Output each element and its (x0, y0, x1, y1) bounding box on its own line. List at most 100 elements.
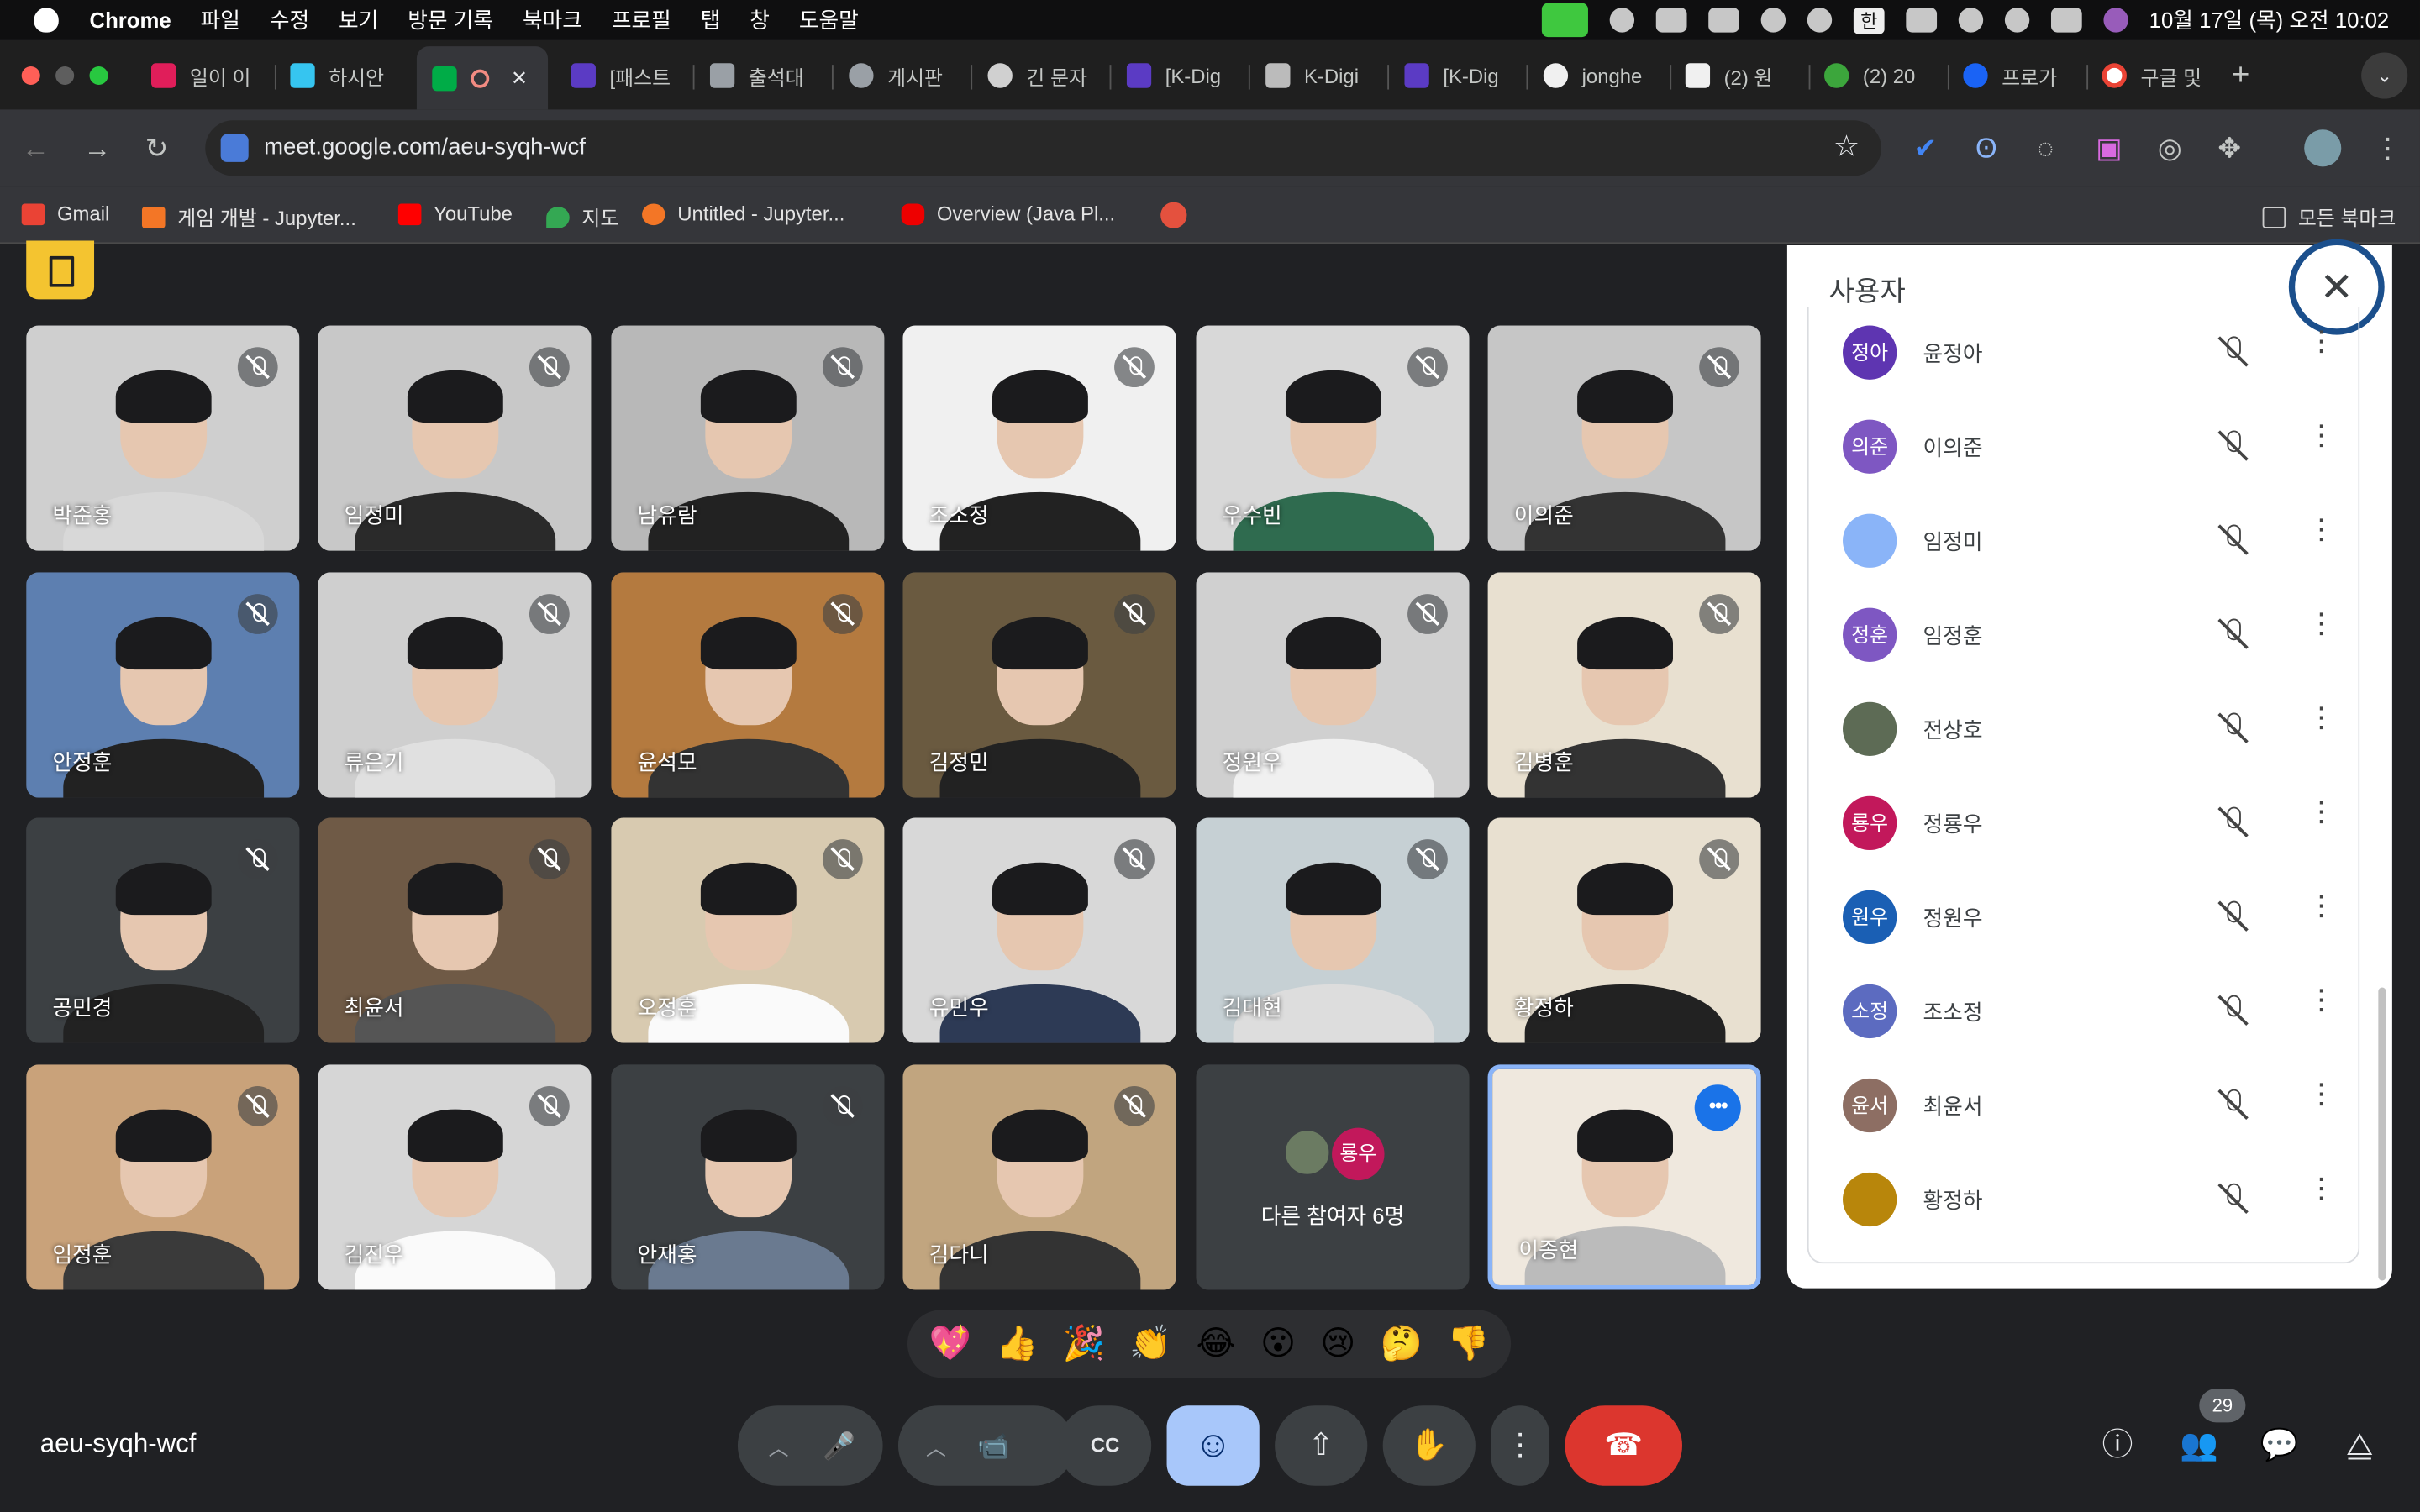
more-vert-icon[interactable]: ⋮ (2307, 798, 2335, 826)
notification-app-icon[interactable] (1807, 8, 1833, 33)
participant-row[interactable]: 황정하 ⋮ (1809, 1152, 2359, 1247)
more-vert-icon[interactable]: ⋮ (2307, 1174, 2335, 1202)
all-bookmarks-button[interactable]: 모든 북마크 (2262, 202, 2396, 232)
mic-off-icon[interactable] (2217, 333, 2249, 370)
mic-off-icon[interactable] (2217, 804, 2249, 841)
control-center-icon[interactable] (2050, 8, 2081, 33)
app-icon[interactable] (1761, 8, 1786, 33)
menu-file[interactable]: 파일 (201, 5, 240, 36)
input-source-indicator[interactable]: 한 (1854, 7, 1884, 34)
more-options-button[interactable]: ⋮ (1491, 1405, 1550, 1486)
chevron-up-icon[interactable]: ︿ (926, 1436, 946, 1460)
chrome-menu-icon[interactable]: ⋮ (2374, 133, 2402, 164)
drive-icon[interactable] (1709, 8, 1740, 33)
tab-13[interactable]: (2) 20 (1823, 52, 1935, 98)
battery-icon[interactable] (1905, 8, 1937, 33)
meeting-details-icon[interactable]: ⓘ (2094, 1422, 2140, 1468)
reaction-sad[interactable]: 😢 (1320, 1324, 1355, 1364)
extension-target-icon[interactable]: ◎ (2158, 133, 2182, 164)
close-window-button[interactable] (21, 66, 40, 86)
zoom-window-button[interactable] (89, 66, 108, 86)
search-icon[interactable] (2004, 8, 2029, 33)
menu-help[interactable]: 도움말 (799, 5, 859, 36)
minimize-window-button[interactable] (55, 66, 75, 86)
chevron-up-icon[interactable]: ︿ (769, 1436, 789, 1460)
mic-control[interactable]: ︿ 🎤 (737, 1405, 883, 1486)
tab-10[interactable]: [K-Dig (1404, 52, 1512, 98)
extension-check-icon[interactable]: ✔ (1914, 133, 1938, 164)
menu-app-name[interactable]: Chrome (90, 8, 171, 32)
raise-hand-button[interactable]: ✋ (1382, 1405, 1476, 1486)
people-icon[interactable]: 👥 (2176, 1422, 2223, 1468)
participant-video-tile[interactable]: 김병훈 (1487, 572, 1761, 798)
participant-video-tile[interactable]: 임정미 (318, 325, 592, 551)
back-icon[interactable]: ← (22, 133, 50, 164)
participant-video-tile[interactable]: 이의준 (1487, 325, 1761, 551)
participant-row[interactable]: 룡우 정룡우 ⋮ (1809, 776, 2359, 870)
reaction-thinking[interactable]: 🤔 (1381, 1324, 1423, 1364)
tab-7[interactable]: 긴 문자 (987, 52, 1096, 98)
participant-video-tile[interactable]: 남유람 (611, 325, 885, 551)
self-video-tile[interactable]: ••• 이종현 (1487, 1064, 1761, 1290)
leave-call-button[interactable]: ☎ (1565, 1405, 1683, 1486)
participant-video-tile[interactable]: 임정훈 (26, 1064, 300, 1290)
camera-in-use-icon[interactable] (1542, 3, 1589, 38)
profile-avatar[interactable] (2304, 129, 2342, 167)
bookmark-java-overview[interactable]: Overview (Java Pl... (901, 202, 1115, 225)
reaction-laugh[interactable]: 😂 (1197, 1324, 1236, 1364)
participant-row[interactable]: 의준 이의준 ⋮ (1809, 400, 2359, 494)
more-vert-icon[interactable]: ⋮ (2307, 515, 2335, 543)
captions-button[interactable]: CC (1058, 1405, 1152, 1486)
menu-history[interactable]: 방문 기록 (408, 5, 493, 36)
participant-row[interactable]: 소정 조소정 ⋮ (1809, 964, 2359, 1058)
extensions-puzzle-icon[interactable]: ✥ (2217, 133, 2241, 164)
participant-video-tile[interactable]: 최윤서 (318, 817, 592, 1043)
menu-edit[interactable]: 수정 (270, 5, 309, 36)
bookmark-jupyter-untitled[interactable]: Untitled - Jupyter... (642, 202, 844, 225)
participant-video-tile[interactable]: 공민경 (26, 817, 300, 1043)
participant-video-tile[interactable]: 안재홍 (611, 1064, 885, 1290)
mic-off-icon[interactable] (2217, 992, 2249, 1029)
participant-video-tile[interactable]: 오정훈 (611, 817, 885, 1043)
participant-video-tile[interactable]: 김정민 (902, 572, 1176, 798)
bookmark-star-icon[interactable]: ☆ (1833, 129, 1860, 165)
extension-color-icon[interactable]: ▣ (2096, 133, 2122, 164)
menu-profiles[interactable]: 프로필 (612, 5, 671, 36)
bookmark-gmail[interactable]: Gmail (21, 202, 109, 225)
more-vert-icon[interactable]: ⋮ (2307, 986, 2335, 1014)
participant-row[interactable]: 정아 윤정아 ⋮ (1809, 307, 2359, 400)
participant-video-tile[interactable]: 우수빈 (1196, 325, 1470, 551)
participant-video-tile[interactable]: 유민우 (902, 817, 1176, 1043)
tab-search-button[interactable]: ⌄ (2361, 52, 2408, 99)
chat-icon[interactable]: 💬 (2256, 1422, 2302, 1468)
mic-off-icon[interactable] (2217, 616, 2249, 653)
participant-row[interactable]: 원우 정원우 ⋮ (1809, 870, 2359, 964)
tab-6[interactable]: 게시판 (849, 52, 957, 98)
menu-tab[interactable]: 탭 (701, 5, 721, 36)
mic-off-icon[interactable] (2217, 1086, 2249, 1123)
tab-14[interactable]: 프로가 (1963, 52, 2074, 98)
mic-off-icon[interactable] (2217, 522, 2249, 559)
self-view-options-icon[interactable]: ••• (1694, 1084, 1741, 1131)
extension-translate-icon[interactable]: ʘ (1975, 133, 1997, 164)
tab-12[interactable]: (2) 원 (1685, 52, 1797, 98)
participant-video-tile[interactable]: 윤석모 (611, 572, 885, 798)
reaction-heart[interactable]: 💖 (929, 1324, 971, 1364)
participant-row[interactable]: 윤서 최윤서 ⋮ (1809, 1058, 2359, 1152)
tab-8[interactable]: [K-Dig (1126, 52, 1235, 98)
camera-control[interactable]: ︿ 📹 (897, 1405, 1075, 1486)
bookmark-app-icon[interactable] (1160, 202, 1187, 228)
participant-row[interactable]: 전상호 ⋮ (1809, 682, 2359, 776)
extension-icon[interactable]: ◌ (2037, 133, 2054, 164)
menu-view[interactable]: 보기 (339, 5, 378, 36)
participant-row[interactable]: 정훈 임정훈 ⋮ (1809, 588, 2359, 682)
participant-video-tile[interactable]: 조소정 (902, 325, 1176, 551)
new-tab-button[interactable]: + (2232, 52, 2249, 98)
tab-active-meet[interactable]: ✕ (416, 46, 549, 110)
more-vert-icon[interactable]: ⋮ (2307, 892, 2335, 920)
bookmark-jupyter-game[interactable]: 게임 개발 - Jupyter... (141, 202, 356, 232)
menu-bookmarks[interactable]: 북마크 (523, 5, 582, 36)
more-vert-icon[interactable]: ⋮ (2307, 421, 2335, 449)
bookmark-maps[interactable]: 지도 (546, 202, 618, 232)
send-reaction-button[interactable]: ☺ (1166, 1405, 1260, 1486)
